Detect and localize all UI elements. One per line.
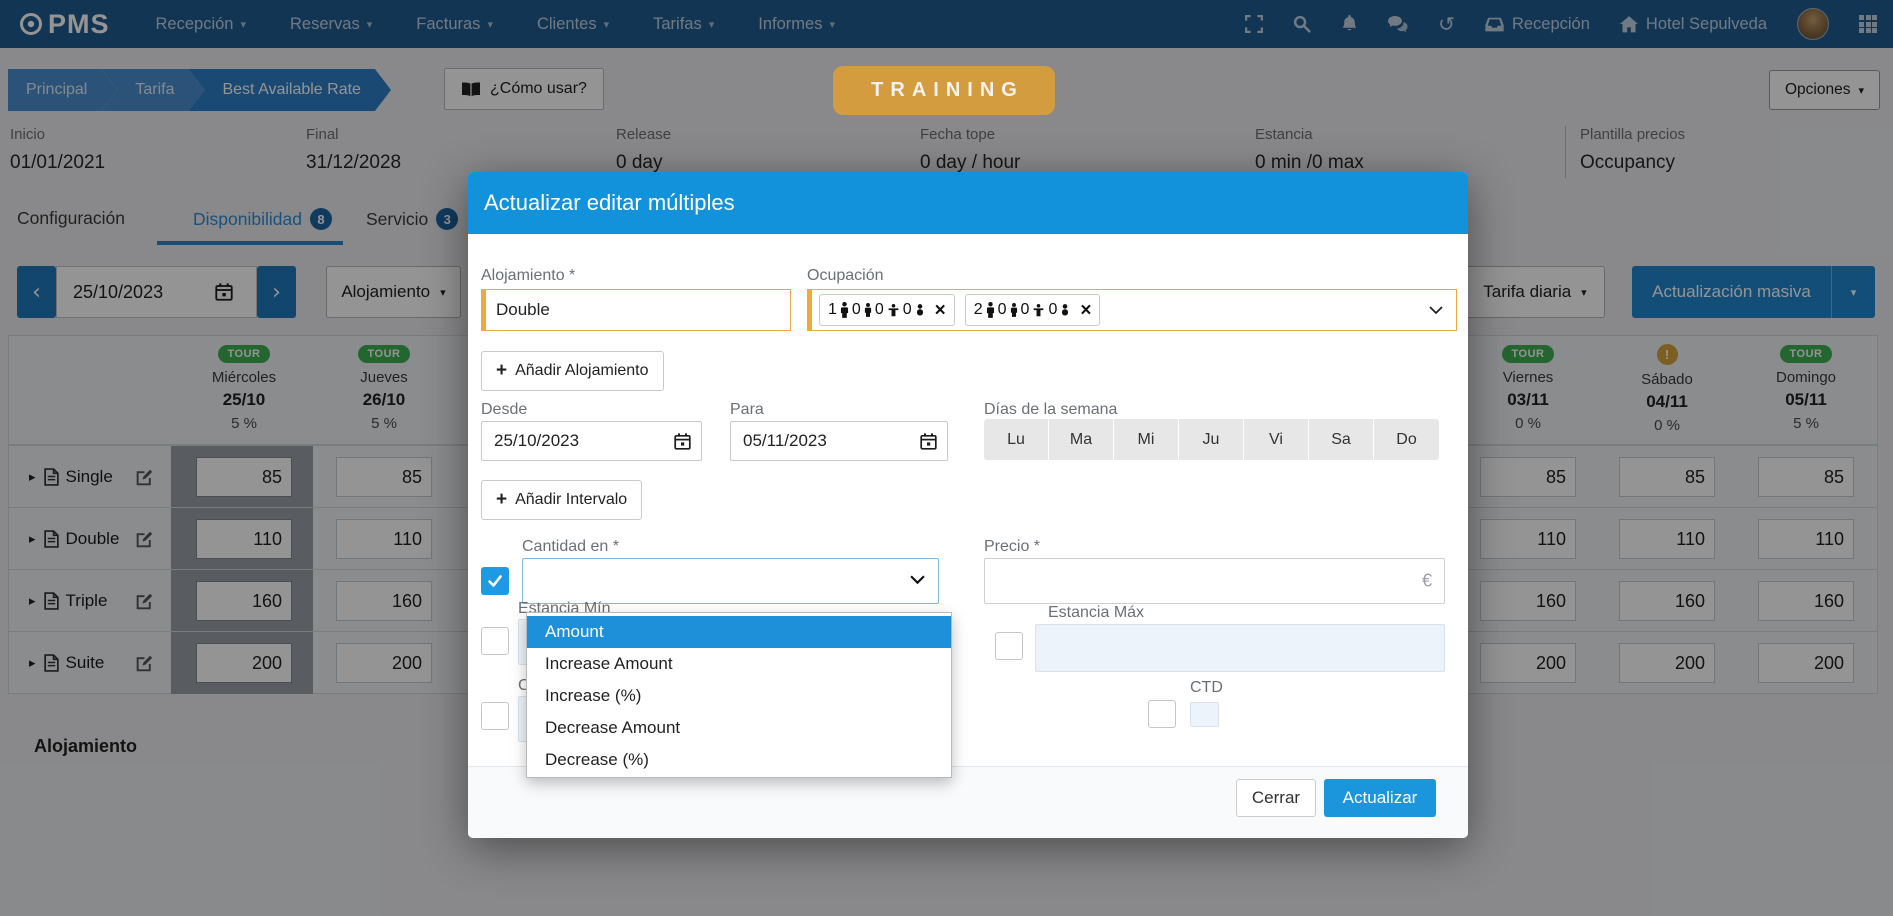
cta-checkbox[interactable]	[481, 702, 509, 730]
dropdown-option-decrease-pct[interactable]: Decrease (%)	[527, 744, 951, 776]
training-badge: TRAINING	[833, 66, 1055, 115]
junior-icon	[887, 304, 900, 317]
plus-icon: +	[496, 489, 507, 511]
occupancy-chip: 2 0 0 0 ×	[965, 294, 1101, 326]
remove-chip-icon[interactable]: ×	[935, 301, 946, 320]
weekday-lu[interactable]: Lu	[984, 419, 1049, 460]
dias-semana-label: Días de la semana	[984, 401, 1117, 419]
ctd-input-disabled	[1190, 702, 1219, 727]
close-button[interactable]: Cerrar	[1236, 779, 1316, 817]
cantidad-en-label: Cantidad en *	[522, 538, 619, 556]
modal-title: Actualizar editar múltiples	[484, 190, 735, 216]
baby-icon	[915, 304, 925, 316]
ctd-label: CTD	[1190, 679, 1223, 697]
chevron-down-icon	[1429, 306, 1443, 315]
euro-suffix: €	[1422, 571, 1432, 592]
ocupacion-label: Ocupación	[807, 267, 884, 285]
precio-field[interactable]: €	[984, 558, 1445, 604]
desde-field[interactable]	[481, 421, 702, 461]
weekday-ma[interactable]: Ma	[1049, 419, 1114, 460]
estancia-max-input-disabled	[1035, 624, 1445, 672]
ctd-checkbox[interactable]	[1148, 700, 1176, 728]
baby-icon	[1060, 304, 1070, 316]
weekday-group: Lu Ma Mi Ju Vi Sa Do	[984, 419, 1439, 460]
dropdown-option-amount[interactable]: Amount	[527, 616, 951, 648]
weekday-ju[interactable]: Ju	[1179, 419, 1244, 460]
desde-label: Desde	[481, 401, 527, 419]
dropdown-option-decrease-amount[interactable]: Decrease Amount	[527, 712, 951, 744]
alojamiento-input[interactable]	[486, 300, 790, 320]
adult-icon	[986, 302, 995, 318]
chevron-down-icon	[910, 572, 925, 590]
dropdown-option-increase-pct[interactable]: Increase (%)	[527, 680, 951, 712]
modal-header: Actualizar editar múltiples	[468, 172, 1468, 234]
child-icon	[1010, 303, 1018, 317]
para-field[interactable]	[730, 421, 948, 461]
plus-icon: +	[496, 360, 507, 382]
estancia-min-checkbox[interactable]	[481, 627, 509, 655]
adult-icon	[840, 302, 849, 318]
child-icon	[864, 303, 872, 317]
calendar-icon[interactable]	[920, 433, 937, 450]
dropdown-option-increase-amount[interactable]: Increase Amount	[527, 648, 951, 680]
cantidad-en-select[interactable]	[522, 558, 939, 604]
bulk-edit-modal: Actualizar editar múltiples Alojamiento …	[468, 172, 1468, 838]
para-label: Para	[730, 401, 764, 419]
precio-input[interactable]	[985, 559, 1444, 603]
alojamiento-label: Alojamiento *	[481, 267, 575, 285]
add-intervalo-button[interactable]: + Añadir Intervalo	[481, 480, 642, 520]
add-alojamiento-button[interactable]: + Añadir Alojamiento	[481, 351, 664, 391]
check-icon	[487, 574, 503, 588]
cantidad-checkbox[interactable]	[481, 567, 509, 595]
weekday-do[interactable]: Do	[1374, 419, 1439, 460]
remove-chip-icon[interactable]: ×	[1080, 301, 1091, 320]
alojamiento-field[interactable]	[481, 289, 791, 331]
occupancy-chip: 1 0 0 0 ×	[819, 294, 955, 326]
ocupacion-select[interactable]: 1 0 0 0 × 2 0 0 0 ×	[807, 289, 1457, 331]
calendar-icon[interactable]	[674, 433, 691, 450]
para-input[interactable]	[731, 431, 947, 451]
precio-label: Precio *	[984, 538, 1040, 556]
weekday-vi[interactable]: Vi	[1244, 419, 1309, 460]
update-button[interactable]: Actualizar	[1324, 779, 1436, 817]
weekday-sa[interactable]: Sa	[1309, 419, 1374, 460]
junior-icon	[1032, 304, 1045, 317]
estancia-max-checkbox[interactable]	[995, 632, 1023, 660]
weekday-mi[interactable]: Mi	[1114, 419, 1179, 460]
estancia-max-label: Estancia Máx	[1048, 604, 1144, 622]
desde-input[interactable]	[482, 431, 701, 451]
cantidad-en-dropdown: Amount Increase Amount Increase (%) Decr…	[526, 612, 952, 778]
